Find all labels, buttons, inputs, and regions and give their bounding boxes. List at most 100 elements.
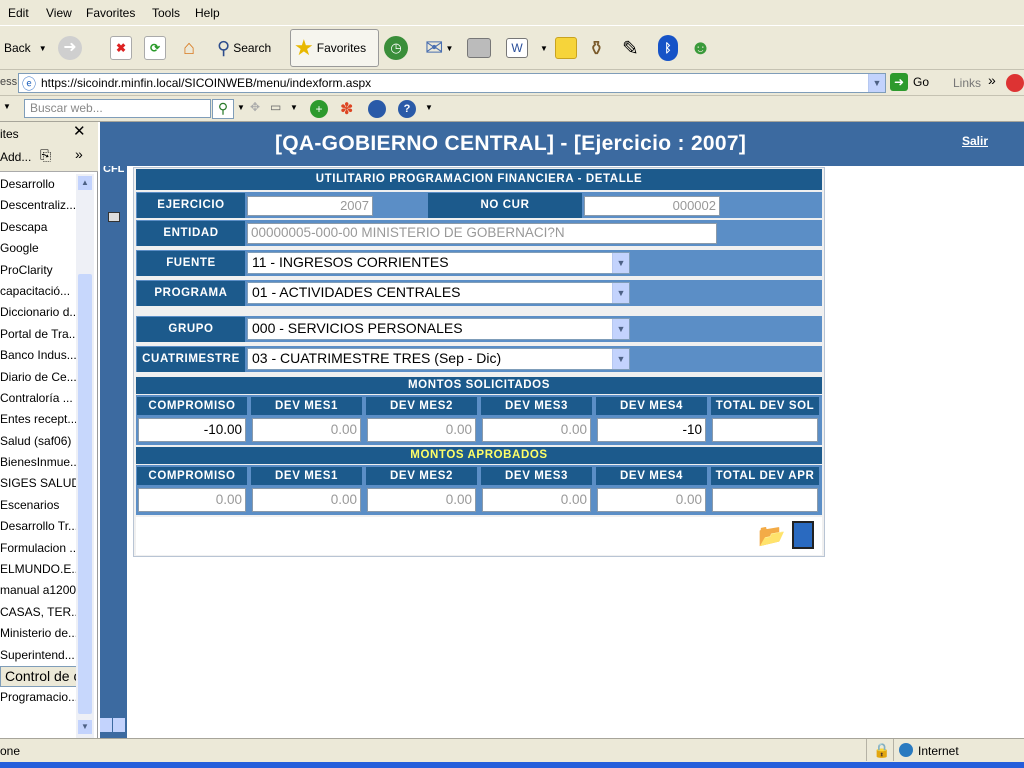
aprobados-amount-field[interactable]	[712, 488, 818, 512]
notes-button[interactable]	[555, 28, 577, 68]
bluetooth-button[interactable]: ᛒ	[658, 28, 678, 68]
scroll-up-icon[interactable]: ▲	[78, 176, 92, 190]
menu-view[interactable]: View	[46, 6, 72, 20]
edit-button[interactable]: W ▼	[506, 28, 548, 68]
solicitados-amount-field[interactable]	[712, 418, 818, 442]
favorite-item[interactable]: Diccionario d...	[0, 302, 76, 323]
fuente-select[interactable]: 11 - INGRESOS CORRIENTES ▼	[247, 252, 630, 274]
home-button[interactable]: ⌂	[176, 28, 202, 68]
go-button[interactable]: ➜ Go	[890, 73, 929, 91]
scroll-right-icon[interactable]	[113, 718, 125, 732]
scroll-left-icon[interactable]	[100, 718, 112, 732]
favorite-item[interactable]: Escenarios	[0, 495, 76, 516]
aprobados-amount-field[interactable]: 0.00	[367, 488, 476, 512]
chevron-down-icon[interactable]: ▼	[290, 103, 298, 112]
highlight-icon[interactable]: ✥	[250, 100, 260, 114]
favorite-item[interactable]: ELMUNDO.E...	[0, 559, 76, 580]
research-button[interactable]: ⚱	[588, 28, 605, 68]
chevron-down-icon[interactable]: ▼	[3, 102, 11, 111]
refresh-button[interactable]: ⟳	[144, 28, 166, 68]
menu-help[interactable]: Help	[195, 6, 220, 20]
organize-icon[interactable]: ⎘	[40, 147, 51, 164]
favorite-item[interactable]: Ministerio de...	[0, 623, 76, 644]
favorite-item[interactable]: Entes recept...	[0, 409, 76, 430]
favorite-item[interactable]: capacitació...	[0, 281, 76, 302]
aprobados-amount-field[interactable]: 0.00	[252, 488, 361, 512]
favorite-item[interactable]: Descentraliz...	[0, 195, 76, 216]
favorite-item[interactable]: Desarrollo Tr...	[0, 516, 76, 537]
aprobados-amount-field[interactable]: 0.00	[482, 488, 591, 512]
nocur-field[interactable]: 000002	[584, 196, 720, 216]
chevron-down-icon[interactable]: ▼	[425, 103, 433, 112]
ejercicio-field[interactable]: 2007	[247, 196, 373, 216]
favorite-item[interactable]: BienesInmue...	[0, 452, 76, 473]
links-label[interactable]: Links	[953, 76, 981, 90]
favorite-item[interactable]: Contraloría ...	[0, 388, 76, 409]
chevron-down-icon[interactable]: ▼	[612, 283, 629, 303]
messenger-butterfly-icon[interactable]: ✽	[340, 99, 353, 119]
history-button[interactable]: ◷	[384, 28, 408, 68]
chevron-down-icon[interactable]: ▼	[237, 103, 245, 112]
solicitados-amount-field[interactable]: -10	[597, 418, 706, 442]
search-go-icon[interactable]: ⚲	[212, 99, 234, 119]
bookmark-button[interactable]: ✎	[622, 28, 639, 68]
popup-icon[interactable]: ▭	[270, 100, 281, 114]
link-icon[interactable]	[1006, 74, 1024, 92]
aprobados-amount-field[interactable]: 0.00	[138, 488, 246, 512]
url-input[interactable]: ⓔ https://sicoindr.minfin.local/SICOINWE…	[18, 73, 886, 93]
back-button[interactable]: Back ▼	[4, 28, 47, 68]
chevron-down-icon[interactable]: ▼	[612, 349, 629, 369]
solicitados-amount-field[interactable]: 0.00	[482, 418, 591, 442]
scroll-down-icon[interactable]: ▼	[78, 720, 92, 734]
add-icon[interactable]: +	[310, 100, 328, 118]
favorite-item[interactable]: Descapa	[0, 217, 76, 238]
favorite-item[interactable]: Google	[0, 238, 76, 259]
favorite-item[interactable]: Portal de Tra...	[0, 324, 76, 345]
close-icon[interactable]: ✕	[73, 122, 86, 140]
favorite-item[interactable]: Superintend...	[0, 645, 76, 666]
menu-edit[interactable]: Edit	[8, 6, 29, 20]
computer-icon[interactable]	[108, 212, 120, 222]
chevron-down-icon[interactable]: ▼	[868, 74, 885, 92]
solicitados-amount-field[interactable]: -10.00	[138, 418, 246, 442]
entidad-field[interactable]: 00000005-000-00 MINISTERIO DE GOBERNACI?…	[247, 223, 717, 244]
favorite-item[interactable]: CASAS, TER...	[0, 602, 76, 623]
chevron-down-icon[interactable]: ▼	[612, 319, 629, 339]
favorite-item[interactable]: manual a1200	[0, 580, 76, 601]
favorite-item[interactable]: SIGES SALUD	[0, 473, 76, 494]
menu-tools[interactable]: Tools	[152, 6, 180, 20]
help-icon[interactable]: ?	[398, 100, 416, 118]
exit-door-icon[interactable]	[792, 521, 814, 549]
aprobados-amount-field[interactable]: 0.00	[597, 488, 706, 512]
favorites-scrollbar[interactable]: ▲ ▼	[76, 174, 94, 738]
double-chevron-icon[interactable]: »	[988, 72, 996, 88]
favorite-item[interactable]: Control de c...	[0, 665, 76, 688]
print-button[interactable]	[467, 28, 491, 68]
mail-round-icon[interactable]	[368, 100, 386, 118]
chevron-down-icon[interactable]: ▼	[39, 44, 47, 53]
favorite-item[interactable]: Formulacion ...	[0, 538, 76, 559]
messenger-button[interactable]: ☻	[690, 28, 711, 68]
favorite-item[interactable]: Diario de Ce...	[0, 367, 76, 388]
search-button[interactable]: ⚲ Search	[217, 28, 271, 68]
favorite-item[interactable]: Banco Indus...	[0, 345, 76, 366]
grupo-select[interactable]: 000 - SERVICIOS PERSONALES ▼	[247, 318, 630, 340]
favorites-button[interactable]: ★ Favorites	[290, 29, 379, 67]
solicitados-amount-field[interactable]: 0.00	[252, 418, 361, 442]
menu-favorites[interactable]: Favorites	[86, 6, 135, 20]
exit-link[interactable]: Salir	[962, 134, 988, 148]
cuatrimestre-select[interactable]: 03 - CUATRIMESTRE TRES (Sep - Dic) ▼	[247, 348, 630, 370]
scroll-thumb[interactable]	[78, 274, 92, 714]
solicitados-amount-field[interactable]: 0.00	[367, 418, 476, 442]
favorite-item[interactable]: ProClarity	[0, 260, 76, 281]
forward-button[interactable]: ➜	[58, 28, 82, 68]
double-chevron-icon[interactable]: »	[75, 146, 83, 162]
web-search-input[interactable]: Buscar web...	[24, 99, 211, 118]
add-favorite-button[interactable]: Add...	[0, 150, 31, 164]
mail-button[interactable]: ✉ ▼	[425, 28, 453, 68]
stop-button[interactable]: ✖	[110, 28, 132, 68]
favorite-item[interactable]: Desarrollo	[0, 174, 76, 195]
open-folder-icon[interactable]: 📂	[758, 523, 785, 549]
favorite-item[interactable]: Salud (saf06)	[0, 431, 76, 452]
chevron-down-icon[interactable]: ▼	[612, 253, 629, 273]
